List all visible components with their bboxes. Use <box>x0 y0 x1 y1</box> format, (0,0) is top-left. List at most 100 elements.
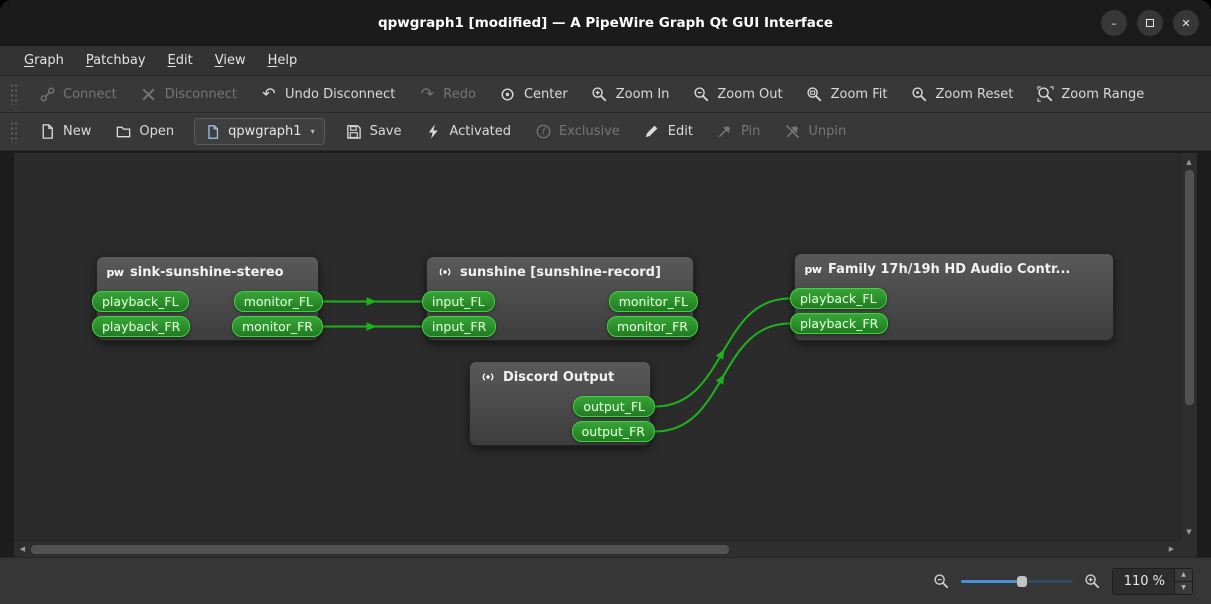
zoom-out-button[interactable]: Zoom Out <box>683 81 791 107</box>
port-playback_FL[interactable]: playback_FL <box>790 288 887 309</box>
spin-up-button[interactable]: ▲ <box>1175 568 1192 581</box>
zoom-range-button[interactable]: Zoom Range <box>1027 81 1153 107</box>
maximize-icon <box>1146 19 1154 27</box>
port-output_FR[interactable]: output_FR <box>571 421 655 442</box>
toolbar-graph: Connect Disconnect ↶ Undo Disconnect ↷ Redo Ce… <box>0 76 1211 113</box>
graph-view-area: pw sink-sunshine-stereo playback_FL playbac… <box>0 151 1211 557</box>
minimize-button[interactable]: – <box>1101 10 1127 36</box>
svg-text:f: f <box>541 128 546 138</box>
titlebar[interactable]: qpwgraph1 [modified] — A PipeWire Graph … <box>0 0 1211 46</box>
save-button[interactable]: Save <box>336 119 411 145</box>
connection-arrow-icon <box>715 374 725 385</box>
node-sunshine-sunshine-record[interactable]: sunshine [sunshine-record] input_FL input_… <box>422 256 698 341</box>
port-input_FR[interactable]: input_FR <box>422 316 497 337</box>
tool-label: Pin <box>740 124 761 139</box>
tool-label: Undo Disconnect <box>284 86 396 102</box>
node-title: Family 17h/19h HD Audio Contr... <box>828 261 1071 277</box>
node-header: Discord Output <box>470 362 650 388</box>
zoom-in-icon[interactable] <box>1084 573 1101 590</box>
maximize-button[interactable] <box>1137 10 1163 36</box>
scroll-down-arrow-icon[interactable]: ▼ <box>1183 525 1196 538</box>
pipewire-icon: pw <box>106 265 124 279</box>
port-playback_FL[interactable]: playback_FL <box>92 291 189 312</box>
zoom-slider[interactable] <box>960 573 1073 589</box>
tool-label: Edit <box>667 124 693 139</box>
port-playback_FR[interactable]: playback_FR <box>92 316 191 337</box>
zoom-spinbox[interactable]: 110 % ▲ ▼ <box>1111 567 1193 595</box>
vertical-scroll-track[interactable] <box>1183 168 1196 525</box>
disconnect-button: Disconnect <box>131 81 246 107</box>
center-icon <box>499 85 517 103</box>
node-discord-output[interactable]: Discord Output output_FL output_FR <box>469 361 655 446</box>
node-header: pw Family 17h/19h HD Audio Contr... <box>795 254 1113 280</box>
scroll-up-arrow-icon[interactable]: ▲ <box>1183 155 1196 168</box>
unpin-icon <box>783 123 801 141</box>
window-title: qpwgraph1 [modified] — A PipeWire Graph … <box>377 15 834 31</box>
open-button[interactable]: Open <box>105 119 183 145</box>
toolbar-handle[interactable] <box>10 83 18 105</box>
scroll-left-arrow-icon[interactable]: ◀ <box>16 543 29 556</box>
port-monitor_FR[interactable]: monitor_FR <box>231 316 323 337</box>
horizontal-scrollbar[interactable]: ◀ ▶ <box>14 540 1180 557</box>
horizontal-scroll-track[interactable] <box>29 543 1165 556</box>
port-monitor_FL[interactable]: monitor_FL <box>608 291 698 312</box>
zoom-fit-button[interactable]: Zoom Fit <box>797 81 897 107</box>
zoom-value: 110 % <box>1123 573 1165 589</box>
save-icon <box>345 123 363 141</box>
menu-edit[interactable]: Edit <box>158 50 203 71</box>
node-header: pw sink-sunshine-stereo <box>97 257 318 283</box>
node-sink-sunshine-stereo[interactable]: pw sink-sunshine-stereo playback_FLplaybac… <box>92 256 323 341</box>
node-title: sunshine [sunshine-record] <box>460 264 661 280</box>
graph-frame: pw sink-sunshine-stereo playback_FL playbac… <box>14 153 1197 557</box>
menu-patchbay[interactable]: Patchbay <box>76 50 156 71</box>
zoom-out-icon[interactable] <box>933 573 950 590</box>
zoom-slider-thumb[interactable] <box>1017 576 1028 587</box>
menu-graph[interactable]: Graph <box>14 50 74 71</box>
vertical-scrollbar[interactable]: ▲ ▼ <box>1180 153 1197 540</box>
menubar: Graph Patchbay Edit View Help <box>0 46 1211 76</box>
zoom-fit-icon <box>806 85 824 103</box>
zoom-reset-icon <box>910 85 928 103</box>
menu-help[interactable]: Help <box>258 50 308 71</box>
patchbay-select[interactable]: qpwgraph1 ▾ <box>194 118 325 145</box>
connect-button: Connect <box>29 81 126 107</box>
connection-arrow-icon <box>715 349 725 360</box>
zoom-reset-button[interactable]: Zoom Reset <box>901 81 1022 107</box>
connection-arrow-icon <box>366 322 377 331</box>
exclusive-button: f Exclusive <box>525 119 629 145</box>
scroll-right-arrow-icon[interactable]: ▶ <box>1165 543 1178 556</box>
vertical-scroll-thumb[interactable] <box>1184 170 1194 405</box>
spin-down-button[interactable]: ▼ <box>1175 581 1192 594</box>
close-button[interactable]: ✕ <box>1173 10 1199 36</box>
port-input_FL[interactable]: input_FL <box>422 291 495 312</box>
patchbay-select-value: qpwgraph1 <box>228 124 302 139</box>
center-button[interactable]: Center <box>490 81 577 107</box>
activated-button[interactable]: Activated <box>416 119 521 145</box>
node-family-17h-19h-hd-audio-contr[interactable]: pw Family 17h/19h HD Audio Contr... playba… <box>790 253 1114 341</box>
scrollbar-corner <box>1180 540 1197 557</box>
port-output_FL[interactable]: output_FL <box>573 396 655 417</box>
tool-label: Disconnect <box>164 86 237 102</box>
new-icon <box>38 123 56 141</box>
port-playback_FR[interactable]: playback_FR <box>790 313 889 334</box>
pin-icon <box>716 123 734 141</box>
tool-label: Connect <box>63 86 117 102</box>
zoom-in-button[interactable]: Zoom In <box>582 81 679 107</box>
edit-button[interactable]: Edit <box>634 119 702 145</box>
graph-canvas[interactable]: pw sink-sunshine-stereo playback_FL playbac… <box>14 153 1180 540</box>
unpin-button: Unpin <box>774 119 855 145</box>
undo-disconnect-button[interactable]: ↶ Undo Disconnect <box>251 81 404 107</box>
speaker-icon <box>437 264 453 280</box>
port-monitor_FR[interactable]: monitor_FR <box>606 316 698 337</box>
toolbar-handle[interactable] <box>10 120 18 143</box>
new-button[interactable]: New <box>29 119 100 145</box>
toolbar-patchbay: New Open qpwgraph1 ▾ Save Activated f Exclusive… <box>0 113 1211 151</box>
tool-label: Exclusive <box>559 124 620 139</box>
disconnect-icon <box>140 85 158 103</box>
menu-view[interactable]: View <box>205 50 256 71</box>
horizontal-scroll-thumb[interactable] <box>31 544 729 554</box>
port-monitor_FL[interactable]: monitor_FL <box>233 291 323 312</box>
tool-label: Zoom Out <box>717 86 783 102</box>
connections-layer <box>322 297 791 433</box>
pin-button: Pin <box>707 119 769 145</box>
